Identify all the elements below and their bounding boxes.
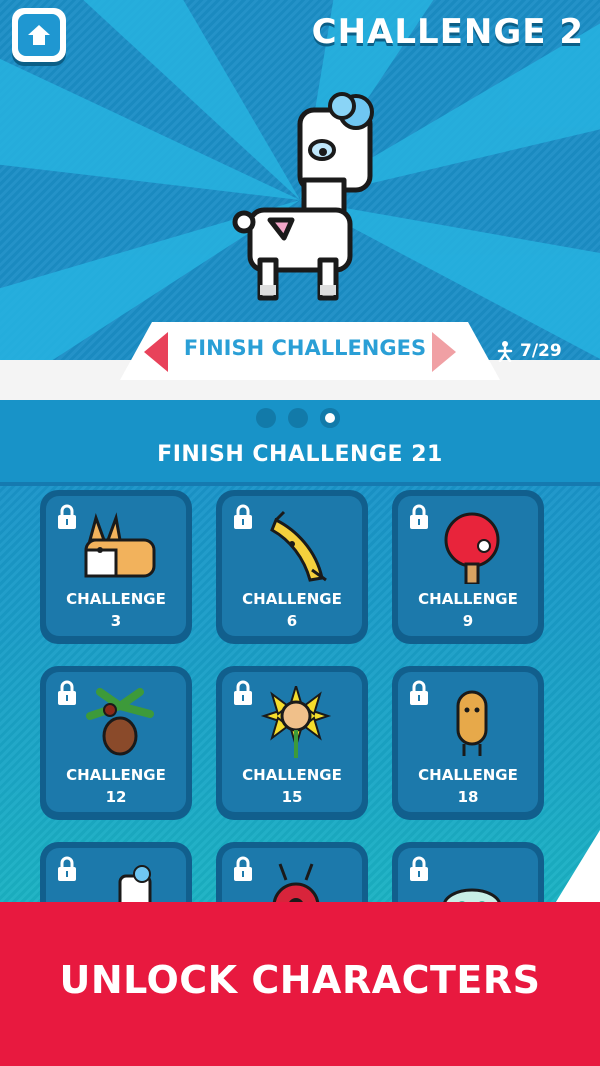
challenge-card-12[interactable]: CHALLENGE 12 <box>40 666 192 820</box>
card-title: CHALLENGE <box>242 766 342 784</box>
card-number: 12 <box>105 788 127 806</box>
card-label: CHALLENGE 3 <box>46 588 186 632</box>
page-dot-3[interactable] <box>320 408 340 428</box>
card-label: CHALLENGE 15 <box>222 764 362 808</box>
card-title: CHALLENGE <box>66 590 166 608</box>
lock-icon <box>58 504 76 529</box>
challenge-card-15[interactable]: CHALLENGE 15 <box>216 666 368 820</box>
lock-icon <box>234 680 252 705</box>
home-button[interactable] <box>12 8 66 62</box>
card-face: CHALLENGE 3 <box>46 496 186 636</box>
card-number: 6 <box>286 612 298 630</box>
lock-icon <box>410 856 428 881</box>
section-title: FINISH CHALLENGE 21 <box>157 442 443 467</box>
card-number: 3 <box>110 612 122 630</box>
llama-character <box>232 92 374 301</box>
page-title: CHALLENGE 2 <box>311 12 584 52</box>
corgi-character <box>84 512 156 578</box>
ping-pong-paddle-character <box>444 512 500 584</box>
challenge-card-6[interactable]: CHALLENGE 6 <box>216 490 368 644</box>
page-dot-1[interactable] <box>256 408 276 428</box>
lock-icon <box>410 680 428 705</box>
banana-character <box>270 510 327 582</box>
card-title: CHALLENGE <box>242 590 342 608</box>
coconut-tree-character <box>86 688 154 756</box>
promo-banner-text: UNLOCK CHARACTERS <box>59 958 541 1002</box>
card-number: 18 <box>457 788 479 806</box>
home-icon <box>28 25 50 45</box>
card-face: CHALLENGE 9 <box>398 496 538 636</box>
challenge-card-3[interactable]: CHALLENGE 3 <box>40 490 192 644</box>
card-face: CHALLENGE 18 <box>398 672 538 812</box>
page-dot-2[interactable] <box>288 408 308 428</box>
card-face: CHALLENGE 12 <box>46 672 186 812</box>
card-face: CHALLENGE 6 <box>222 496 362 636</box>
card-title: CHALLENGE <box>66 766 166 784</box>
card-title: CHALLENGE <box>418 590 518 608</box>
lock-icon <box>58 680 76 705</box>
section-header: FINISH CHALLENGE 21 <box>0 400 600 486</box>
progress-counter: 7/29 <box>496 340 562 362</box>
lock-icon <box>58 856 76 881</box>
hero-area: CHALLENGE 2 FINISH CHALLENGES 7/29 <box>0 0 600 400</box>
card-number: 15 <box>281 788 303 806</box>
card-number: 9 <box>462 612 474 630</box>
card-label: CHALLENGE 9 <box>398 588 538 632</box>
potato-character <box>456 690 488 756</box>
card-face: CHALLENGE 15 <box>222 672 362 812</box>
card-label: CHALLENGE 6 <box>222 588 362 632</box>
runner-icon <box>497 341 513 362</box>
progress-text: 7/29 <box>520 341 562 361</box>
selector-label: FINISH CHALLENGES <box>183 336 427 360</box>
lock-icon <box>410 504 428 529</box>
lock-icon <box>234 504 252 529</box>
lock-icon <box>234 856 252 881</box>
card-title: CHALLENGE <box>418 766 518 784</box>
challenge-card-9[interactable]: CHALLENGE 9 <box>392 490 544 644</box>
challenge-card-18[interactable]: CHALLENGE 18 <box>392 666 544 820</box>
sunflower-character <box>260 686 332 758</box>
card-label: CHALLENGE 12 <box>46 764 186 808</box>
page-indicator <box>256 408 340 428</box>
card-label: CHALLENGE 18 <box>398 764 538 808</box>
